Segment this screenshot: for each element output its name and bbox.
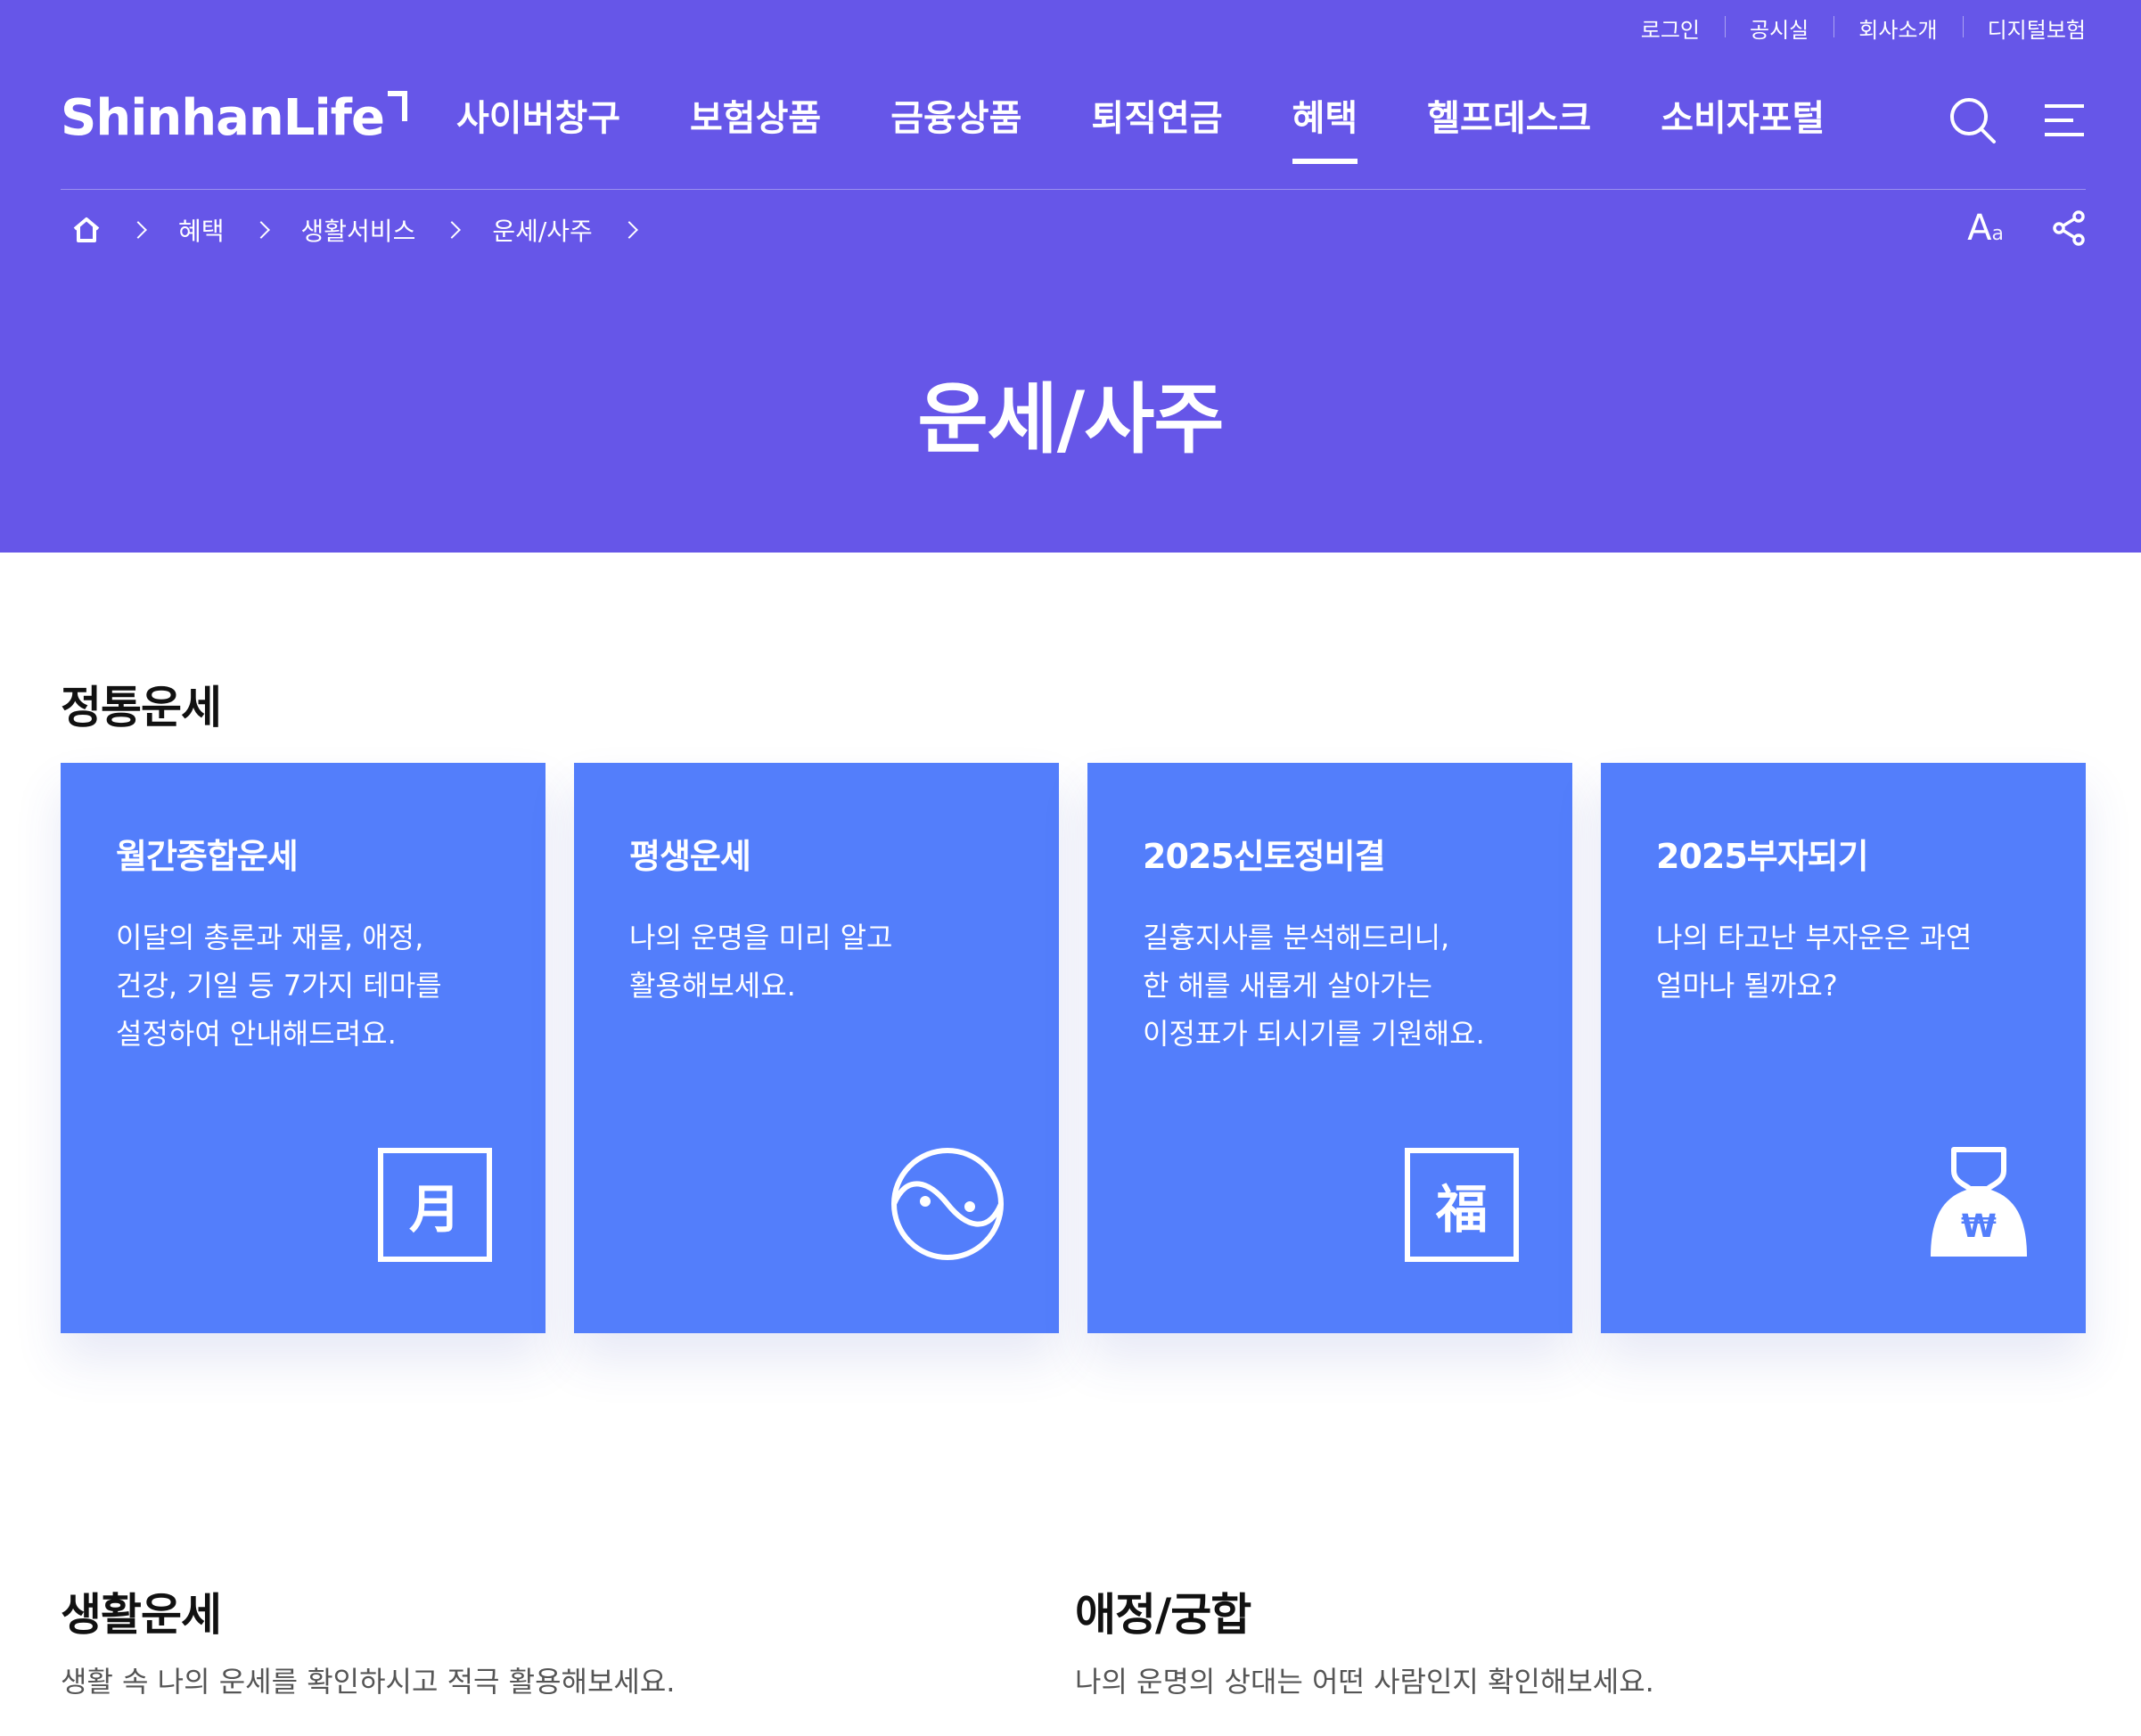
logo-text: ShinhanLife — [61, 89, 385, 147]
breadcrumb: 혜택 생활서비스 운세/사주 — [71, 212, 643, 248]
section-desc-love: 나의 운명의 상대는 어떤 사람인지 확인해보세요. — [1075, 1665, 1654, 1699]
card-title: 월간종합운세 — [116, 837, 299, 876]
card-line: 활용해보세요. — [629, 969, 796, 1003]
card-line: 나의 타고난 부자운은 과연 — [1656, 921, 1973, 954]
nav-item-helpdesk[interactable]: 헬프데스크 — [1427, 89, 1591, 164]
breadcrumb-benefits[interactable]: 혜택 — [178, 212, 225, 248]
nav-item-benefits[interactable]: 혜택 — [1292, 89, 1358, 164]
main-nav: 사이버창구 보험상품 금융상품 퇴직연금 혜택 헬프데스크 소비자포털 — [456, 89, 1825, 164]
header-divider — [61, 189, 2086, 190]
share-icon[interactable] — [2052, 210, 2086, 246]
section-title-traditional: 정통운세 — [61, 682, 222, 733]
header-actions — [1948, 96, 2086, 144]
money-bag-icon: ₩ — [1931, 1147, 2027, 1257]
menu-icon[interactable] — [2043, 102, 2086, 138]
card-get-rich[interactable]: 2025부자되기 나의 타고난 부자운은 과연 얼마나 될까요? ₩ — [1601, 763, 2086, 1333]
nav-item-insurance[interactable]: 보험상품 — [690, 89, 821, 164]
card-title: 평생운세 — [629, 837, 751, 876]
login-link[interactable]: 로그인 — [1616, 12, 1725, 44]
chevron-right-icon — [129, 221, 147, 239]
card-line: 얼마나 될까요? — [1656, 969, 1838, 1003]
yin-yang-icon — [891, 1148, 1004, 1260]
section-title-love: 애정/궁합 — [1075, 1589, 1251, 1641]
logo[interactable]: ShinhanLife — [61, 89, 408, 147]
breadcrumb-fortune[interactable]: 운세/사주 — [492, 212, 592, 248]
nav-item-consumer[interactable]: 소비자포털 — [1661, 89, 1825, 164]
section-title-life: 생활운세 — [61, 1589, 222, 1641]
logo-mark-icon — [388, 91, 408, 121]
page-title: 운세/사주 — [917, 375, 1225, 464]
header-hero: 로그인 공시실 회사소개 디지털보험 ShinhanLife 사이버창구 보험상… — [0, 0, 2141, 553]
home-icon[interactable] — [71, 216, 102, 244]
chevron-right-icon — [619, 221, 638, 239]
card-title: 2025신토정비결 — [1143, 837, 1386, 876]
card-line: 이정표가 되시기를 기원해요. — [1143, 1017, 1485, 1051]
page-tools: Aa — [1967, 210, 2086, 246]
card-title: 2025부자되기 — [1656, 837, 1869, 876]
card-monthly-fortune[interactable]: 월간종합운세 이달의 총론과 재물, 애정, 건강, 기일 등 7가지 테마를 … — [61, 763, 546, 1333]
nav-item-cyber[interactable]: 사이버창구 — [456, 89, 620, 164]
nav-item-pension[interactable]: 퇴직연금 — [1091, 89, 1222, 164]
digital-insurance-link[interactable]: 디지털보험 — [1962, 12, 2086, 44]
disclosure-link[interactable]: 공시실 — [1725, 12, 1833, 44]
card-line: 이달의 총론과 재물, 애정, — [116, 921, 424, 954]
section-desc-life: 생활 속 나의 운세를 확인하시고 적극 활용해보세요. — [61, 1665, 676, 1699]
card-line: 나의 운명을 미리 알고 — [629, 921, 893, 954]
chevron-right-icon — [443, 221, 462, 239]
fortune-char-icon: 福 — [1405, 1148, 1519, 1262]
card-line: 건강, 기일 등 7가지 테마를 — [116, 969, 442, 1003]
card-lifetime-fortune[interactable]: 평생운세 나의 운명을 미리 알고 활용해보세요. — [574, 763, 1059, 1333]
card-tojeong[interactable]: 2025신토정비결 길흉지사를 분석해드리니, 한 해를 새롭게 살아가는 이정… — [1087, 763, 1572, 1333]
card-line: 설정하여 안내해드려요. — [116, 1017, 397, 1051]
breadcrumb-life-service[interactable]: 생활서비스 — [301, 212, 416, 248]
font-size-icon[interactable]: Aa — [1967, 210, 2004, 246]
company-link[interactable]: 회사소개 — [1833, 12, 1962, 44]
search-icon[interactable] — [1948, 96, 1997, 144]
nav-item-finance[interactable]: 금융상품 — [890, 89, 1021, 164]
font-size-small-label: a — [1991, 223, 2004, 245]
utility-links: 로그인 공시실 회사소개 디지털보험 — [1616, 0, 2086, 55]
card-line: 길흉지사를 분석해드리니, — [1143, 921, 1450, 954]
won-symbol: ₩ — [1961, 1208, 1997, 1245]
moon-char-icon: 月 — [378, 1148, 492, 1262]
chevron-right-icon — [251, 221, 270, 239]
font-size-big-label: A — [1967, 208, 1992, 249]
card-line: 한 해를 새롭게 살아가는 — [1143, 969, 1432, 1003]
